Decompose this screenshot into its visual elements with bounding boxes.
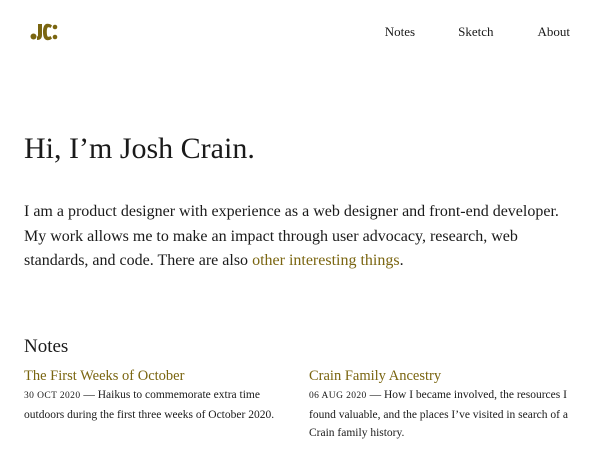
jc-logo-icon xyxy=(30,23,58,41)
notes-heading: Notes xyxy=(24,336,69,357)
nav-about-link[interactable]: About xyxy=(538,24,571,40)
note-card: The First Weeks of October 30 OCT 2020 —… xyxy=(24,366,296,424)
note-date: 06 AUG 2020 xyxy=(309,391,367,401)
main-nav: Notes Sketch About xyxy=(385,24,570,40)
note-card: Crain Family Ancestry 06 AUG 2020 — How … xyxy=(309,366,577,443)
site-logo[interactable] xyxy=(30,23,58,41)
nav-sketch-link[interactable]: Sketch xyxy=(458,24,493,40)
note-summary: 30 OCT 2020 — Haikus to commemorate extr… xyxy=(24,386,296,424)
note-summary: 06 AUG 2020 — How I became involved, the… xyxy=(309,386,577,443)
note-title-link[interactable]: The First Weeks of October xyxy=(24,366,296,386)
other-interesting-things-link[interactable]: other interesting things xyxy=(252,252,400,269)
intro-end: . xyxy=(399,252,404,269)
nav-notes-link[interactable]: Notes xyxy=(385,24,415,40)
note-date: 30 OCT 2020 xyxy=(24,391,81,401)
note-title-link[interactable]: Crain Family Ancestry xyxy=(309,366,577,386)
page-title: Hi, I’m Josh Crain. xyxy=(24,132,255,165)
intro-paragraph: I am a product designer with experience … xyxy=(24,200,576,274)
